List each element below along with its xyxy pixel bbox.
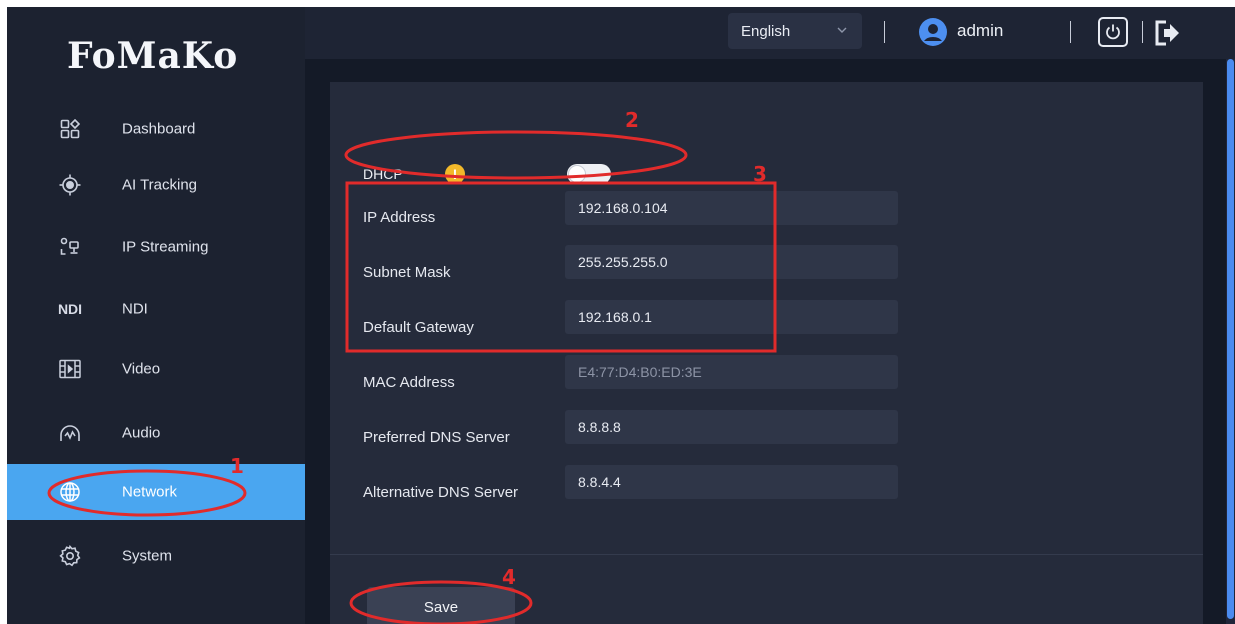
sidebar-item-dashboard[interactable]: Dashboard <box>7 101 305 157</box>
gear-icon <box>59 545 81 567</box>
ip-address-input[interactable]: 192.168.0.104 <box>565 191 898 225</box>
info-icon[interactable]: ! <box>445 164 465 184</box>
alternative-dns-label: Alternative DNS Server <box>363 484 519 501</box>
sidebar-item-label: Audio <box>122 424 161 442</box>
preferred-dns-input[interactable]: 8.8.8.8 <box>565 410 898 444</box>
sidebar-item-label: Dashboard <box>122 120 196 138</box>
mac-address-label: MAC Address <box>363 374 455 391</box>
language-select[interactable]: English <box>728 13 862 49</box>
annotation-number: 4 <box>502 565 516 589</box>
toggle-knob <box>569 166 585 182</box>
brand-logo: FoMaKo <box>67 35 239 77</box>
header-divider <box>884 21 885 43</box>
dhcp-label: DHCP <box>363 166 403 182</box>
sidebar-item-audio[interactable]: Audio <box>7 405 305 461</box>
subnet-mask-label: Subnet Mask <box>363 264 451 281</box>
sidebar-item-network[interactable]: Network <box>7 464 305 520</box>
sidebar: FoMaKo Dashboard AI Tracking IP Streamin… <box>7 7 305 624</box>
header-divider <box>1142 21 1143 43</box>
globe-icon <box>59 481 81 503</box>
power-icon <box>1106 24 1120 40</box>
sidebar-item-label: Network <box>122 483 178 501</box>
subnet-mask-input[interactable]: 255.255.255.0 <box>565 245 898 279</box>
audio-icon <box>59 422 81 444</box>
scrollbar[interactable] <box>1226 59 1235 624</box>
ip-address-label: IP Address <box>363 209 436 226</box>
user-avatar-icon[interactable] <box>919 18 947 46</box>
main-content: DHCP ! IP Address 192.168.0.104 Subnet M… <box>305 59 1235 624</box>
annotation-number: 1 <box>230 454 244 478</box>
sidebar-item-label: IP Streaming <box>122 238 209 256</box>
sidebar-item-ai-tracking[interactable]: AI Tracking <box>7 157 305 213</box>
ndi-icon: NDI <box>57 298 83 320</box>
divider <box>330 554 1203 555</box>
ip-streaming-icon <box>59 236 81 258</box>
power-button[interactable] <box>1098 17 1128 47</box>
annotation-number: 3 <box>753 162 767 186</box>
save-button[interactable]: Save <box>367 587 515 624</box>
sidebar-item-ndi[interactable]: NDI NDI <box>7 281 305 337</box>
alternative-dns-input[interactable]: 8.8.4.4 <box>565 465 898 499</box>
sidebar-item-video[interactable]: Video <box>7 341 305 397</box>
language-select-value: English <box>741 22 791 40</box>
scrollbar-thumb[interactable] <box>1227 59 1234 619</box>
sidebar-item-label: NDI <box>122 300 148 318</box>
target-icon <box>59 174 81 196</box>
preferred-dns-label: Preferred DNS Server <box>363 429 510 446</box>
mac-address-field: E4:77:D4:B0:ED:3E <box>565 355 898 389</box>
film-icon <box>59 358 81 380</box>
default-gateway-input[interactable]: 192.168.0.1 <box>565 300 898 334</box>
sidebar-item-system[interactable]: System <box>7 528 305 584</box>
default-gateway-label: Default Gateway <box>363 319 474 336</box>
logout-icon[interactable] <box>1153 19 1181 47</box>
sidebar-item-label: System <box>122 547 173 565</box>
chevron-down-icon <box>836 23 848 40</box>
ndi-icon-text: NDI <box>57 301 83 317</box>
header-divider <box>1070 21 1071 43</box>
dhcp-toggle[interactable] <box>567 164 611 184</box>
user-name[interactable]: admin <box>957 21 1003 41</box>
top-header: English admin <box>305 7 1235 59</box>
dashboard-grid-icon <box>59 118 81 140</box>
sidebar-item-label: Video <box>122 360 161 378</box>
sidebar-item-ip-streaming[interactable]: IP Streaming <box>7 219 305 275</box>
sidebar-item-label: AI Tracking <box>122 176 198 194</box>
annotation-number: 2 <box>625 108 639 132</box>
